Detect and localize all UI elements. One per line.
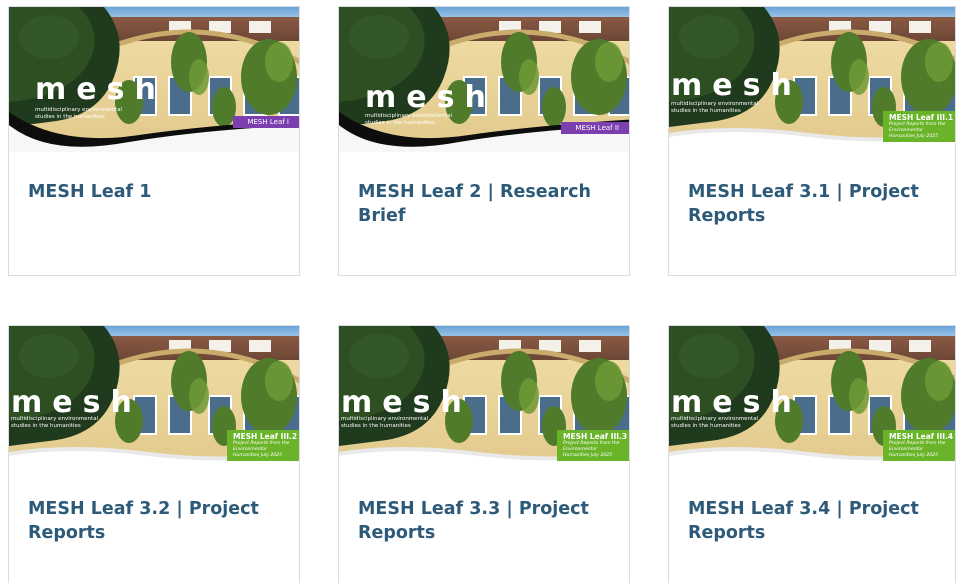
mesh-subtitle: multidisciplinary environmental studies …	[671, 101, 759, 114]
card-title-link[interactable]: MESH Leaf 1	[28, 180, 283, 204]
card-title-link[interactable]: MESH Leaf 3.4 | Project Reports	[688, 497, 939, 545]
cover-tag-label: MESH Leaf III.3	[563, 432, 628, 441]
cover-tag: MESH Leaf II	[561, 122, 629, 134]
publication-card-mesh-leaf-3-4[interactable]: mesh multidisciplinary environmental stu…	[668, 325, 956, 583]
publications-grid: mesh multidisciplinary environmental stu…	[0, 0, 956, 583]
cover-tag-subtitle: Project Reports from the Environmental H…	[563, 441, 620, 458]
mesh-logo: mesh	[35, 72, 166, 107]
mesh-logo: mesh	[671, 385, 802, 420]
card-cover-image[interactable]: mesh multidisciplinary environmental stu…	[9, 7, 299, 152]
publication-card-mesh-leaf-3-3[interactable]: mesh multidisciplinary environmental stu…	[338, 325, 630, 583]
card-cover-image[interactable]: mesh multidisciplinary environmental stu…	[339, 326, 629, 471]
cover-tag-label: MESH Leaf III.2	[233, 432, 298, 441]
card-title-link[interactable]: MESH Leaf 2 | Research Brief	[358, 180, 613, 228]
mesh-logo: mesh	[11, 385, 142, 420]
mesh-subtitle: multidisciplinary environmental studies …	[341, 416, 429, 429]
card-cover-image[interactable]: mesh multidisciplinary environmental stu…	[669, 326, 955, 471]
card-title-link[interactable]: MESH Leaf 3.2 | Project Reports	[28, 497, 283, 545]
card-title-link[interactable]: MESH Leaf 3.3 | Project Reports	[358, 497, 613, 545]
publication-card-mesh-leaf-1[interactable]: mesh multidisciplinary environmental stu…	[8, 6, 300, 276]
cover-tag-subtitle: Project Reports from the Environmental H…	[233, 441, 290, 458]
cover-tag-label: MESH Leaf III.4	[889, 432, 954, 441]
publication-card-mesh-leaf-3-1[interactable]: mesh multidisciplinary environmental stu…	[668, 6, 956, 276]
mesh-logo: mesh	[671, 68, 802, 103]
card-title-link[interactable]: MESH Leaf 3.1 | Project Reports	[688, 180, 939, 228]
mesh-subtitle: multidisciplinary environmental studies …	[11, 416, 99, 429]
card-cover-image[interactable]: mesh multidisciplinary environmental stu…	[339, 7, 629, 152]
mesh-subtitle: multidisciplinary environmental studies …	[365, 113, 453, 126]
cover-tag: MESH Leaf III.4 Project Reports from the…	[883, 430, 955, 462]
card-cover-image[interactable]: mesh multidisciplinary environmental stu…	[669, 7, 955, 152]
cover-tag: MESH Leaf III.1 Project Reports from the…	[883, 111, 955, 143]
cover-tag: MESH Leaf III.3 Project Reports from the…	[557, 430, 629, 462]
mesh-subtitle: multidisciplinary environmental studies …	[35, 107, 123, 120]
mesh-logo: mesh	[365, 80, 496, 115]
publication-card-mesh-leaf-2[interactable]: mesh multidisciplinary environmental stu…	[338, 6, 630, 276]
publication-card-mesh-leaf-3-2[interactable]: mesh multidisciplinary environmental stu…	[8, 325, 300, 583]
cover-tag-label: MESH Leaf I	[247, 118, 289, 126]
mesh-logo: mesh	[341, 385, 472, 420]
cover-tag-label: MESH Leaf III.1	[889, 113, 954, 122]
mesh-subtitle: multidisciplinary environmental studies …	[671, 416, 759, 429]
card-cover-image[interactable]: mesh multidisciplinary environmental stu…	[9, 326, 299, 471]
cover-tag-label: MESH Leaf II	[575, 124, 619, 132]
cover-tag-subtitle: Project Reports from the Environmental H…	[889, 441, 946, 458]
cover-tag: MESH Leaf I	[233, 116, 299, 128]
cover-tag-subtitle: Project Reports from the Environmental H…	[889, 122, 946, 139]
cover-tag: MESH Leaf III.2 Project Reports from the…	[227, 430, 299, 462]
